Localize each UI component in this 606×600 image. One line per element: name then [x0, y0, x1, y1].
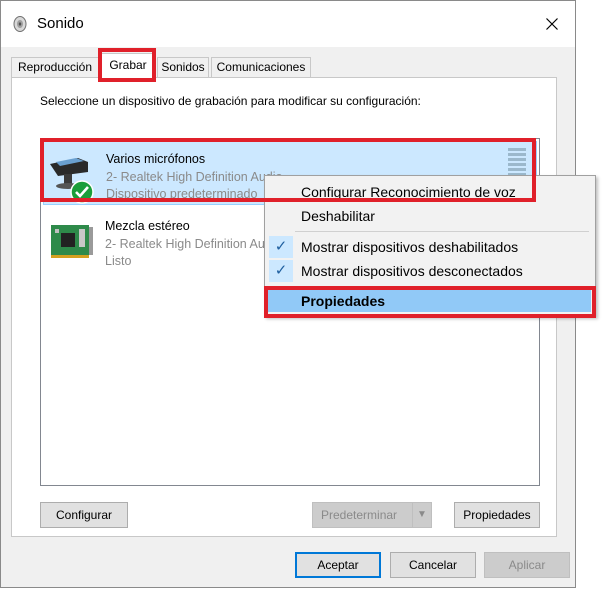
tab-label: Sonidos — [161, 60, 205, 74]
speaker-icon — [13, 16, 27, 32]
annotation-propiedades-item — [264, 286, 596, 318]
ok-label: Aceptar — [317, 558, 359, 572]
menu-item-label: Mostrar dispositivos deshabilitados — [301, 239, 519, 255]
apply-button[interactable]: Aplicar — [484, 552, 570, 578]
tab-sonidos[interactable]: Sonidos — [157, 57, 209, 77]
configure-label: Configurar — [55, 508, 113, 522]
apply-label: Aplicar — [508, 558, 546, 572]
tab-label: Reproducción — [17, 60, 93, 74]
menu-item-mostrar-deshabilitados[interactable]: ✓ Mostrar dispositivos deshabilitados — [267, 236, 591, 258]
set-default-label: Predeterminar — [321, 508, 398, 522]
close-icon — [546, 18, 558, 30]
ok-button[interactable]: Aceptar — [295, 552, 381, 578]
instruction-text: Seleccione un dispositivo de grabación p… — [40, 94, 421, 108]
properties-button[interactable]: Propiedades — [454, 502, 540, 528]
menu-item-label: Mostrar dispositivos desconectados — [301, 263, 523, 279]
properties-label: Propiedades — [463, 508, 531, 522]
checkmark-icon: ✓ — [269, 260, 293, 282]
annotation-selected-device — [40, 138, 536, 202]
tab-label: Comunicaciones — [216, 60, 306, 74]
cancel-button[interactable]: Cancelar — [390, 552, 476, 578]
device-status: Listo — [105, 254, 132, 268]
menu-item-mostrar-desconectados[interactable]: ✓ Mostrar dispositivos desconectados — [267, 260, 591, 282]
annotation-grabar-tab — [98, 48, 156, 82]
window-title: Sonido — [37, 15, 84, 32]
set-default-button[interactable]: Predeterminar ▼ — [312, 502, 432, 528]
configure-button[interactable]: Configurar — [40, 502, 128, 528]
menu-separator — [295, 231, 589, 232]
chevron-down-icon[interactable]: ▼ — [412, 503, 431, 527]
close-button[interactable] — [529, 1, 575, 47]
menu-item-deshabilitar[interactable]: Deshabilitar — [267, 205, 591, 227]
device-driver: 2- Realtek High Definition Audio — [105, 237, 282, 251]
cancel-label: Cancelar — [408, 558, 458, 572]
checkmark-icon: ✓ — [269, 236, 293, 258]
tab-comunicaciones[interactable]: Comunicaciones — [211, 57, 311, 77]
sound-card-icon — [51, 225, 93, 258]
menu-item-label: Deshabilitar — [301, 208, 375, 224]
device-name: Mezcla estéreo — [105, 219, 190, 233]
tab-reproduccion[interactable]: Reproducción — [11, 57, 99, 77]
title-bar: Sonido — [1, 1, 575, 47]
